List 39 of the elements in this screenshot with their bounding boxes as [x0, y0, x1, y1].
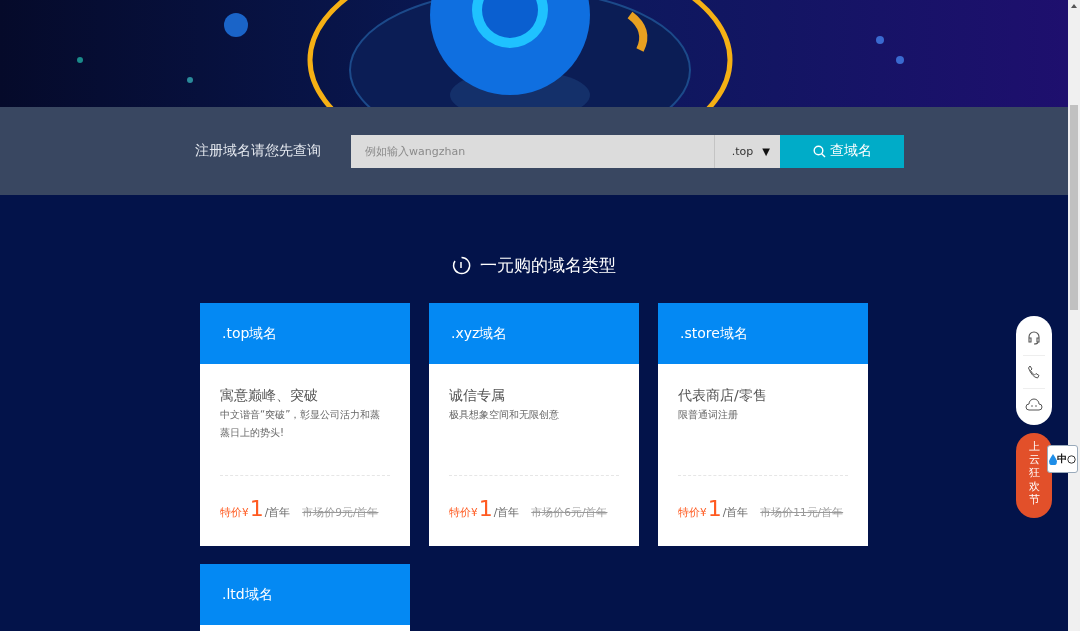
market-price: 市场价11元/首年 — [760, 506, 844, 520]
card-title: .store域名 — [680, 324, 748, 343]
ime-mode[interactable]: 中 — [1057, 452, 1067, 466]
price-unit: /首年 — [722, 506, 749, 520]
headset-icon[interactable] — [1026, 330, 1042, 347]
suffix-dropdown[interactable]: .top ▼ — [715, 134, 780, 168]
price-unit: /首年 — [493, 506, 520, 520]
card-description: 限普通词注册 — [678, 408, 739, 422]
price: 1 — [707, 496, 722, 521]
drop-icon — [1049, 453, 1057, 465]
card-title: .ltd域名 — [222, 585, 273, 604]
scrollbar[interactable] — [1068, 0, 1080, 631]
timer-icon — [452, 255, 471, 275]
domain-input-field[interactable]: 例如输入wangzhan — [351, 134, 715, 168]
circle-icon[interactable] — [1067, 454, 1076, 464]
card-description: 中文谐音“突破”，彰显公司活力和蒸蒸日上的势头! — [220, 408, 382, 440]
search-icon — [812, 144, 826, 158]
price-label: 特价¥ — [678, 506, 707, 520]
price-label: 特价¥ — [220, 506, 249, 520]
market-price: 市场价9元/首年 — [302, 506, 379, 520]
market-price: 市场价6元/首年 — [531, 506, 608, 520]
card-description: 极具想象空间和无限创意 — [449, 408, 560, 422]
ime-toolbar[interactable]: 中 — [1047, 445, 1078, 473]
promo-button[interactable]: 上云狂欢节 — [1016, 433, 1052, 518]
scroll-up-icon[interactable] — [1071, 4, 1077, 8]
card-subtitle: 寓意巅峰、突破 — [220, 386, 319, 404]
section-title: 一元购的域名类型 — [480, 253, 616, 277]
card-subtitle: 代表商店/零售 — [678, 386, 768, 404]
chat-cloud-icon[interactable] — [1025, 397, 1043, 411]
card-title: .top域名 — [222, 324, 278, 343]
price: 1 — [478, 496, 493, 521]
price-label: 特价¥ — [449, 506, 478, 520]
card-title: .xyz域名 — [451, 324, 508, 343]
scrollbar-thumb[interactable] — [1070, 105, 1078, 310]
price: 1 — [249, 496, 264, 521]
card-subtitle: 诚信专属 — [449, 386, 506, 404]
search-label: 注册域名请您先查询 — [195, 142, 322, 160]
price-unit: /首年 — [264, 506, 291, 520]
phone-icon[interactable] — [1027, 365, 1041, 379]
